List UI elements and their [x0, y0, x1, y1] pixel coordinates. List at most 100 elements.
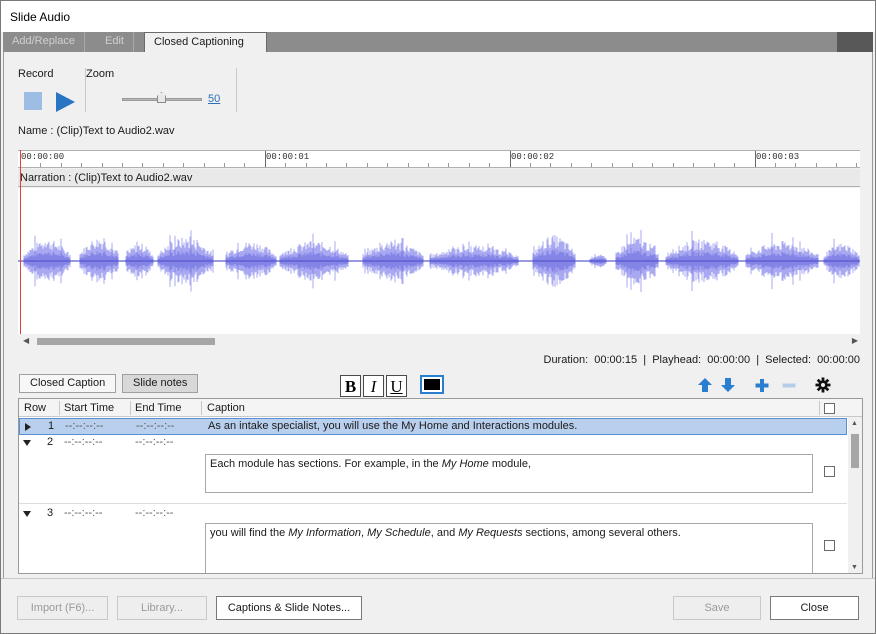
zoom-slider-thumb[interactable] [157, 92, 166, 103]
table-row[interactable]: 1 --:--:--:-- --:--:--:-- As an intake s… [19, 418, 847, 435]
header-start-time: Start Time [64, 402, 115, 414]
play-button[interactable] [56, 92, 75, 112]
settings-gear-icon[interactable] [814, 376, 832, 394]
scroll-down-icon[interactable]: ▼ [851, 564, 858, 571]
bold-button[interactable]: B [340, 375, 361, 397]
start-time[interactable]: --:--:--:-- [64, 436, 102, 448]
close-button[interactable]: Close [770, 596, 859, 620]
caption-editor[interactable]: Each module has sections. For example, i… [205, 454, 813, 493]
grid-header: Row Start Time End Time Caption [19, 399, 862, 417]
row-number: 1 [48, 420, 55, 432]
end-time[interactable]: --:--:--:-- [136, 420, 174, 432]
scroll-thumb[interactable] [37, 338, 215, 345]
tick-minor [734, 163, 735, 167]
tick-minor [60, 163, 62, 167]
scroll-up-icon[interactable]: ▲ [851, 420, 858, 427]
selected-label: Selected: [765, 354, 812, 366]
timeline-ruler[interactable]: 00:00:00 00:00:01 00:00:02 00:00:03 [18, 150, 860, 168]
expanded-arrow-icon[interactable] [23, 440, 31, 446]
horizontal-scrollbar[interactable]: ◀ ▶ [18, 335, 860, 349]
tick-minor [387, 163, 389, 167]
scroll-right-icon[interactable]: ▶ [852, 336, 858, 345]
tick-minor [693, 163, 695, 167]
header-divider [59, 401, 60, 415]
italic-button[interactable]: I [363, 375, 384, 397]
tick-label: 00:00:03 [756, 152, 800, 162]
selected-value: 00:00:00 [817, 354, 860, 366]
caption-text: module, [488, 458, 531, 470]
tick-minor [774, 163, 776, 167]
tick-minor [428, 163, 429, 167]
scroll-thumb[interactable] [851, 434, 859, 468]
vertical-scrollbar[interactable]: ▲ ▼ [848, 417, 862, 573]
playhead-line[interactable] [20, 150, 21, 334]
remove-caption-icon[interactable] [780, 376, 798, 394]
add-caption-icon[interactable] [753, 376, 771, 394]
caption-text: Each module has sections. For example, i… [210, 458, 442, 470]
caption-text[interactable]: As an intake specialist, you will use th… [208, 420, 577, 432]
caption-editor[interactable]: you will find the My Information, My Sch… [205, 523, 813, 573]
tick-minor [122, 163, 123, 167]
start-time[interactable]: --:--:--:-- [64, 507, 102, 519]
start-time[interactable]: --:--:--:-- [65, 420, 103, 432]
tick-minor [836, 163, 837, 167]
audio-waveform[interactable] [17, 188, 860, 334]
collapsed-arrow-icon[interactable] [25, 423, 31, 431]
row-checkbox[interactable] [824, 466, 835, 477]
text-color-button[interactable] [420, 375, 444, 394]
tick-label: 00:00:00 [21, 152, 65, 162]
tab-closed-captioning[interactable]: Closed Captioning [144, 32, 267, 53]
clip-name: Name : (Clip)Text to Audio2.wav [18, 125, 175, 137]
tab-edit[interactable]: Edit [96, 32, 134, 52]
tick-minor [183, 163, 185, 167]
tab-slide-notes[interactable]: Slide notes [122, 374, 199, 393]
row-checkbox[interactable] [824, 540, 835, 551]
move-down-icon[interactable] [719, 376, 737, 394]
caption-italic-text: My Schedule [367, 527, 431, 539]
scroll-left-icon[interactable]: ◀ [23, 336, 29, 345]
header-end-time: End Time [135, 402, 182, 414]
tab-add-replace[interactable]: Add/Replace [3, 32, 85, 52]
move-up-icon[interactable] [696, 376, 714, 394]
tick-minor [101, 163, 103, 167]
zoom-value[interactable]: 50 [208, 93, 220, 105]
color-swatch [424, 379, 440, 390]
import-button[interactable]: Import (F6)... [17, 596, 108, 620]
stop-button[interactable] [24, 92, 42, 110]
caption-italic-text: My Requests [458, 527, 523, 539]
header-divider [130, 401, 131, 415]
end-time[interactable]: --:--:--:-- [135, 436, 173, 448]
tick-minor [652, 163, 654, 167]
window-title: Slide Audio [10, 10, 71, 24]
tick-minor [244, 163, 246, 167]
select-all-checkbox[interactable] [824, 403, 835, 414]
tick-minor [285, 163, 287, 167]
header-divider [201, 401, 202, 415]
tick-minor [632, 163, 633, 167]
expanded-arrow-icon[interactable] [23, 511, 31, 517]
tick-minor [815, 163, 817, 167]
save-button[interactable]: Save [673, 596, 761, 620]
library-button[interactable]: Library... [117, 596, 207, 620]
tick-minor [40, 163, 42, 167]
caption-text: sections, among several others. [522, 527, 681, 539]
underline-button[interactable]: U [386, 375, 407, 397]
narration-bar: Narration : (Clip)Text to Audio2.wav [18, 169, 860, 187]
row-number: 2 [47, 436, 54, 448]
tick-minor [468, 163, 470, 167]
tick-minor [366, 163, 368, 167]
tab-strip-end [837, 32, 873, 52]
tick-minor [142, 163, 144, 167]
closed-captioning-panel: Record Zoom 50 Name : (Clip)Text to Audi… [3, 52, 873, 578]
tick-minor [203, 163, 205, 167]
tick-minor [407, 163, 409, 167]
caption-text: you will find the [210, 527, 289, 539]
tab-closed-caption[interactable]: Closed Caption [19, 374, 117, 393]
tick-minor [795, 163, 797, 167]
row-number: 3 [47, 507, 54, 519]
zoom-label: Zoom [86, 68, 115, 80]
captions-slide-notes-button[interactable]: Captions & Slide Notes... [216, 596, 362, 620]
end-time[interactable]: --:--:--:-- [135, 507, 173, 519]
header-row: Row [24, 402, 47, 414]
tab-strip: Add/Replace Edit Closed Captioning [3, 32, 873, 53]
